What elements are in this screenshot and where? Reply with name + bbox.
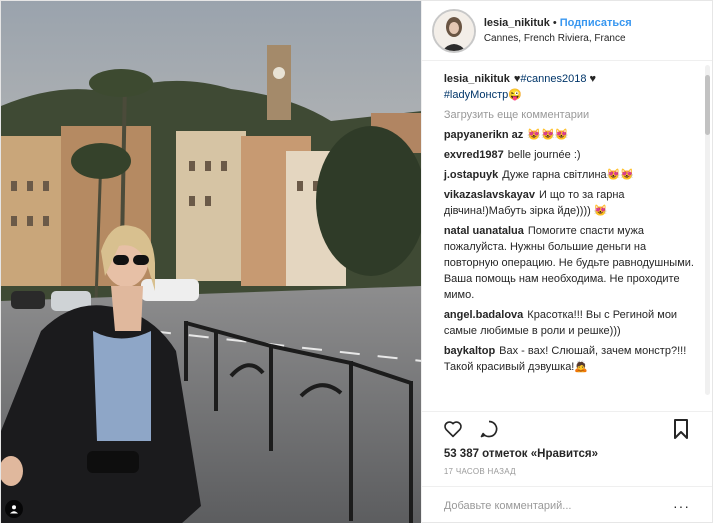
header-username[interactable]: lesia_nikituk [484,17,550,29]
cannes-street-photo [1,1,421,523]
comment-username[interactable]: angel.badalova [444,309,523,321]
heart-icon[interactable] [442,418,464,440]
caption-emoji: 😜 [508,89,522,101]
caption: lesia_nikituk ♥#cannes2018 ♥ #ladyМонстр😜 [444,71,700,103]
comment-text: belle journée :) [507,149,581,161]
hashtag-cannes2018[interactable]: #cannes2018 [520,73,586,85]
comment-item: j.ostapuyk Дуже гарна свiтлина😻😻 [444,167,700,183]
comment-text: Дуже гарна свiтлина😻😻 [502,169,635,181]
comment-item: exvred1987 belle journée :) [444,147,700,163]
user-tag-icon[interactable] [5,500,23,518]
more-options-icon[interactable]: ··· [673,498,690,514]
instagram-post: lesia_nikituk • Подписаться Cannes, French… [0,0,713,523]
comment-icon[interactable] [478,418,500,440]
comment-username[interactable]: exvred1987 [444,149,504,161]
follow-button[interactable]: Подписаться [560,17,632,29]
scrollbar-thumb[interactable] [705,75,710,135]
location-link[interactable]: Cannes, French Riviera, France [484,31,632,47]
action-bar [421,411,712,445]
hashtag-ladymonstr[interactable]: #ladyМонстр [444,89,508,101]
caption-heart-2: ♥ [589,73,597,85]
avatar-image [433,10,474,51]
comment-username[interactable]: baykaltop [444,345,495,357]
post-timestamp[interactable]: 17 ЧАСОВ НАЗАД [422,463,712,486]
comment-item: papyanerikn az 😻😻😻 [444,127,700,143]
load-more-comments-link[interactable]: Загрузить еще комментарии [444,109,700,121]
comment-item: natal uanatalua Помогите спасти мужа пожа… [444,223,700,303]
comment-username[interactable]: papyanerikn az [444,129,523,141]
comment-item: baykaltop Вах - вах! Слюшай, зачем монстр… [444,343,700,375]
comment-item: vikazaslavskayav И що то за гарна дiвчина… [444,187,700,219]
comment-username[interactable]: natal uanatalua [444,225,524,237]
avatar[interactable] [431,8,476,53]
post-side-panel: lesia_nikituk • Подписаться Cannes, French… [420,1,712,523]
likes-count[interactable]: 53 387 отметок «Нравится» [422,445,712,463]
post-header: lesia_nikituk • Подписаться Cannes, French… [421,1,712,61]
comment-username[interactable]: j.ostapuyk [444,169,498,181]
comments-scrollbar[interactable] [705,65,710,395]
add-comment-input[interactable] [443,499,664,512]
add-comment-bar: ··· [421,486,712,523]
post-photo[interactable] [1,1,421,523]
comment-text: 😻😻😻 [527,129,569,141]
comments-list[interactable]: lesia_nikituk ♥#cannes2018 ♥ #ladyМонстр😜… [422,61,712,411]
comment-item: angel.badalova Красотка!!! Вы с Региной м… [444,307,700,339]
header-separator: • [552,16,557,29]
bookmark-icon[interactable] [670,418,692,440]
caption-username[interactable]: lesia_nikituk [444,73,510,85]
comment-username[interactable]: vikazaslavskayav [444,189,535,201]
